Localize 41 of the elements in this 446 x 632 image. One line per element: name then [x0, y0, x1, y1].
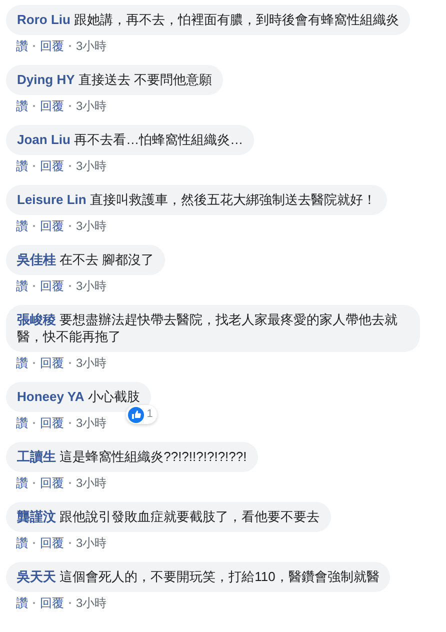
like-link[interactable]: 讚: [16, 218, 28, 234]
comment-time: 3小時: [76, 535, 107, 551]
reply-link[interactable]: 回覆: [40, 38, 64, 54]
like-link[interactable]: 讚: [16, 535, 28, 551]
comment-text: Dying HY 直接送去 不要問他意願: [17, 72, 212, 87]
like-link[interactable]: 讚: [16, 98, 28, 114]
comment-text: Honeey YA 小心截肢: [17, 389, 140, 404]
like-link[interactable]: 讚: [16, 158, 28, 174]
reply-link[interactable]: 回覆: [40, 475, 64, 491]
reply-link[interactable]: 回覆: [40, 535, 64, 551]
like-link[interactable]: 讚: [16, 38, 28, 54]
reply-link[interactable]: 回覆: [40, 98, 64, 114]
reply-link[interactable]: 回覆: [40, 355, 64, 371]
like-link[interactable]: 讚: [16, 475, 28, 491]
comment-time: 3小時: [76, 158, 107, 174]
comment-time: 3小時: [76, 415, 107, 431]
thumbs-up-icon: [128, 406, 144, 422]
like-link[interactable]: 讚: [16, 415, 28, 431]
comment-text: 工讀生 這是蜂窩性組織炎??!?!!?!?!?!??!: [17, 449, 247, 464]
comment-text: 張峻稜 要想盡辦法趕快帶去醫院，找老人家最疼愛的家人帶他去就醫，快不能再拖了: [17, 312, 398, 344]
reply-link[interactable]: 回覆: [40, 595, 64, 611]
comment-text: Roro Liu 跟她講，再不去，怕裡面有膿，到時後會有蜂窩性組織炎: [17, 12, 400, 27]
comment-time: 3小時: [76, 595, 107, 611]
reply-link[interactable]: 回覆: [40, 415, 64, 431]
comment-text: 龔謹汶 跟他說引發敗血症就要截肢了，看他要不要去: [17, 509, 320, 524]
comment-text: 吳天天 這個會死人的，不要開玩笑，打給110，醫鑽會強制就醫: [17, 569, 380, 584]
reply-link[interactable]: 回覆: [40, 158, 64, 174]
comment-time: 3小時: [76, 98, 107, 114]
comment-time: 3小時: [76, 355, 107, 371]
comment-time: 3小時: [76, 278, 107, 294]
comment-text: Joan Liu 再不去看…怕蜂窩性組織炎…: [17, 132, 244, 147]
comment-text: 吳佳桂 在不去 腳都沒了: [17, 252, 154, 267]
like-link[interactable]: 讚: [16, 355, 28, 371]
reply-link[interactable]: 回覆: [40, 218, 64, 234]
comment-time: 3小時: [76, 218, 107, 234]
reply-link[interactable]: 回覆: [40, 278, 64, 294]
comment-text: Leisure Lin 直接叫救護車，然後五花大綁強制送去醫院就好！: [17, 192, 376, 207]
comment-time: 3小時: [76, 475, 107, 491]
comment-time: 3小時: [76, 38, 107, 54]
like-link[interactable]: 讚: [16, 278, 28, 294]
like-link[interactable]: 讚: [16, 595, 28, 611]
